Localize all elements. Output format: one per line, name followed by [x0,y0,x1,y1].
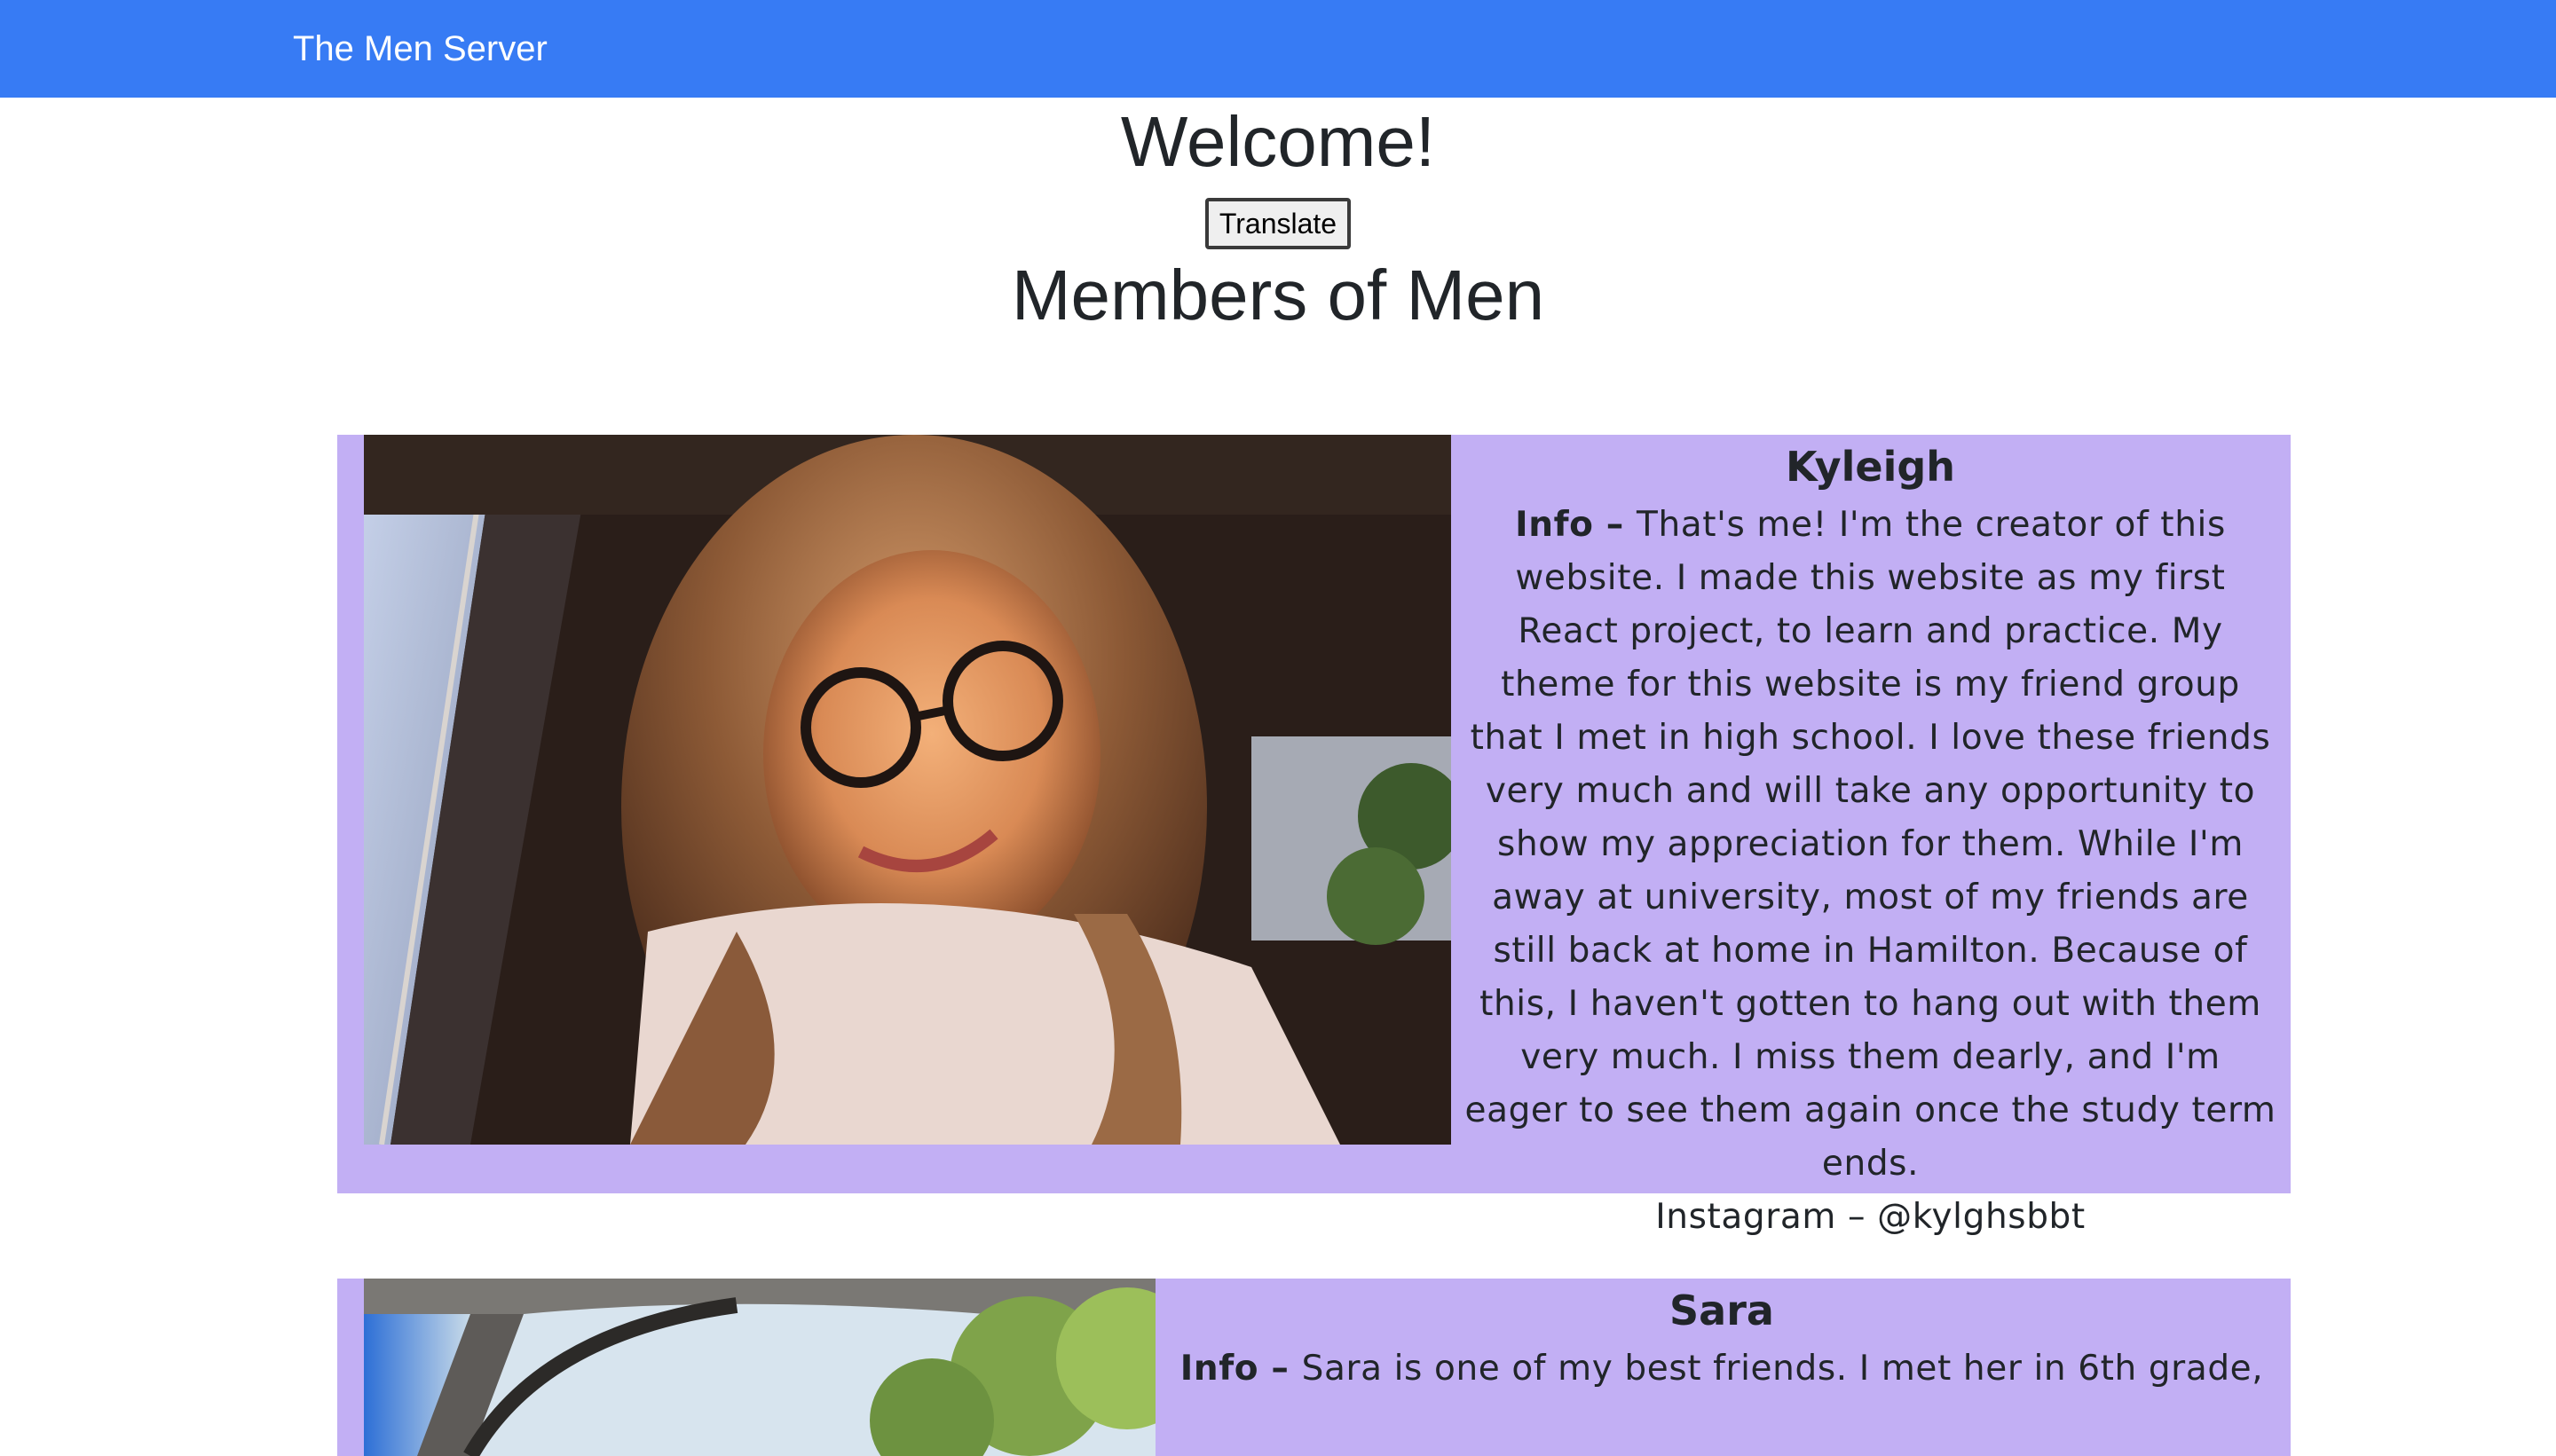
bio-text: That's me! I'm the creator of this websi… [1464,505,2276,1184]
member-bio: Info – That's me! I'm the creator of thi… [1464,499,2276,1191]
welcome-heading: Welcome! [1120,102,1436,181]
member-card-kyleigh: Kyleigh Info – That's me! I'm the creato… [337,435,2291,1237]
info-label: Info – [1179,1349,1302,1389]
member-name: Kyleigh [1785,443,1956,491]
member-info: Sara Info – Sara is one of my best frien… [1167,1279,2276,1396]
member-name: Sara [1669,1287,1774,1334]
member-card-sara: Sara Info – Sara is one of my best frien… [337,1279,2291,1456]
member-photo [364,435,1451,1145]
navbar: The Men Server [0,0,2556,98]
bio-text: Sara is one of my best friends. I met he… [1301,1349,2264,1389]
navbar-brand[interactable]: The Men Server [293,27,548,71]
instagram-handle[interactable]: Instagram – @kylghsbbt [1464,1191,2276,1244]
member-bio: Info – Sara is one of my best friends. I… [1167,1342,2276,1396]
member-info: Kyleigh Info – That's me! I'm the creato… [1464,435,2276,1244]
members-heading: Members of Men [1011,256,1545,334]
info-label: Info – [1515,505,1637,545]
member-photo [364,1279,1156,1456]
translate-button[interactable]: Translate [1205,198,1351,249]
